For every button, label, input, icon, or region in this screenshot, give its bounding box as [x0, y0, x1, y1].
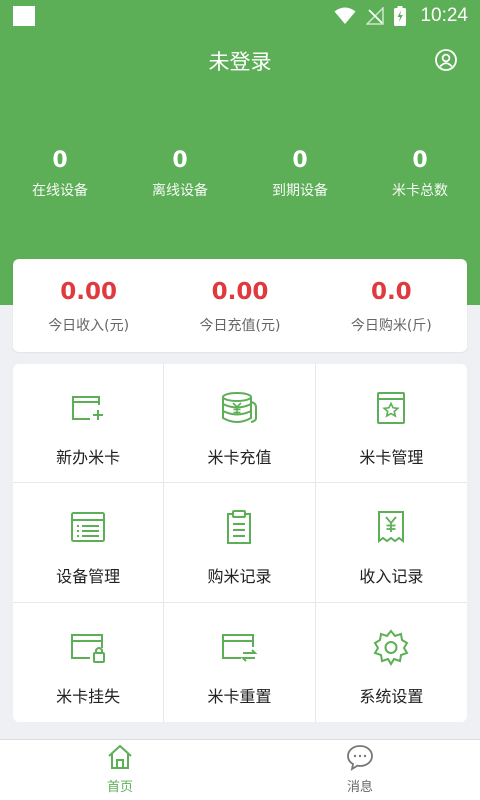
battery-charging-icon	[394, 6, 407, 26]
summary-today-rice: 0.0 今日购米(斤)	[316, 259, 467, 352]
new-card-icon	[72, 396, 104, 420]
device-stats: 0 在线设备 0 离线设备 0 到期设备 0 米卡总数	[0, 146, 480, 200]
clipboard-icon	[227, 510, 252, 545]
bottom-navigation: 首页 消息	[0, 739, 480, 800]
wifi-icon	[334, 7, 356, 24]
menu-label: 米卡管理	[359, 448, 424, 467]
menu-label: 购米记录	[207, 567, 272, 587]
menu-income-records[interactable]: 收入记录	[315, 483, 467, 603]
stat-label: 米卡总数	[392, 183, 448, 199]
menu-label: 米卡充值	[207, 448, 272, 467]
no-signal-icon	[366, 7, 385, 25]
summary-value: 0.00	[211, 279, 269, 305]
card-reset-icon	[222, 633, 258, 662]
nav-label: 首页	[106, 780, 133, 795]
menu-label: 新办米卡	[56, 448, 121, 467]
menu-label: 设备管理	[56, 567, 121, 587]
card-manage-icon	[377, 392, 406, 424]
menu-label: 系统设置	[359, 686, 424, 706]
coins-icon	[222, 392, 258, 423]
nav-home[interactable]: 首页	[0, 740, 240, 800]
stat-label: 离线设备	[152, 183, 208, 199]
notification-icon	[13, 6, 35, 26]
menu-label: 米卡重置	[207, 686, 272, 706]
stat-online-devices[interactable]: 0 在线设备	[0, 146, 120, 200]
stat-offline-devices[interactable]: 0 离线设备	[120, 146, 240, 200]
menu-rice-records[interactable]: 购米记录	[164, 483, 316, 603]
summary-label: 今日充值(元)	[199, 318, 281, 334]
summary-value: 0.00	[60, 279, 118, 305]
card-lock-icon	[71, 633, 106, 663]
stat-label: 到期设备	[272, 183, 328, 199]
page-title: 未登录	[208, 50, 272, 74]
chat-icon	[347, 745, 373, 771]
summary-today-recharge: 0.00 今日充值(元)	[164, 259, 315, 352]
menu-card-manage[interactable]: 米卡管理	[315, 364, 467, 484]
top-bar: 未登录	[0, 40, 480, 80]
device-list-icon	[71, 512, 106, 543]
user-circle-icon[interactable]	[434, 48, 458, 72]
stat-value: 0	[292, 148, 308, 173]
menu-new-card[interactable]: 新办米卡	[13, 364, 165, 484]
stat-label: 在线设备	[32, 183, 88, 199]
stat-value: 0	[172, 148, 188, 173]
today-summary-card: 0.00 今日收入(元) 0.00 今日充值(元) 0.0 今日购米(斤)	[13, 259, 467, 352]
menu-card-recharge[interactable]: 米卡充值	[164, 364, 316, 484]
menu-system-settings[interactable]: 系统设置	[316, 603, 467, 722]
nav-label: 消息	[346, 780, 373, 795]
receipt-icon	[378, 511, 405, 544]
gear-icon	[373, 629, 409, 666]
menu-device-manage[interactable]: 设备管理	[13, 483, 165, 603]
menu-label: 米卡挂失	[56, 686, 121, 706]
home-icon	[108, 744, 132, 769]
function-menu: 新办米卡 米卡充值 米卡管理 设备管理 购米记录 收入记录 米卡挂失 米卡重置 …	[13, 364, 467, 722]
stat-value: 0	[52, 148, 68, 173]
summary-value: 0.0	[370, 279, 412, 305]
status-bar: 10:24	[0, 0, 480, 32]
summary-label: 今日购米(斤)	[350, 318, 432, 334]
stat-total-cards[interactable]: 0 米卡总数	[360, 146, 480, 200]
status-time: 10:24	[420, 5, 468, 26]
summary-today-income: 0.00 今日收入(元)	[13, 259, 164, 352]
stat-expired-devices[interactable]: 0 到期设备	[240, 146, 360, 200]
menu-card-reset[interactable]: 米卡重置	[164, 602, 316, 722]
menu-card-report-loss[interactable]: 米卡挂失	[13, 602, 165, 722]
menu-label: 收入记录	[359, 567, 424, 587]
nav-messages[interactable]: 消息	[240, 740, 480, 800]
summary-label: 今日收入(元)	[48, 318, 130, 334]
stat-value: 0	[412, 148, 428, 173]
